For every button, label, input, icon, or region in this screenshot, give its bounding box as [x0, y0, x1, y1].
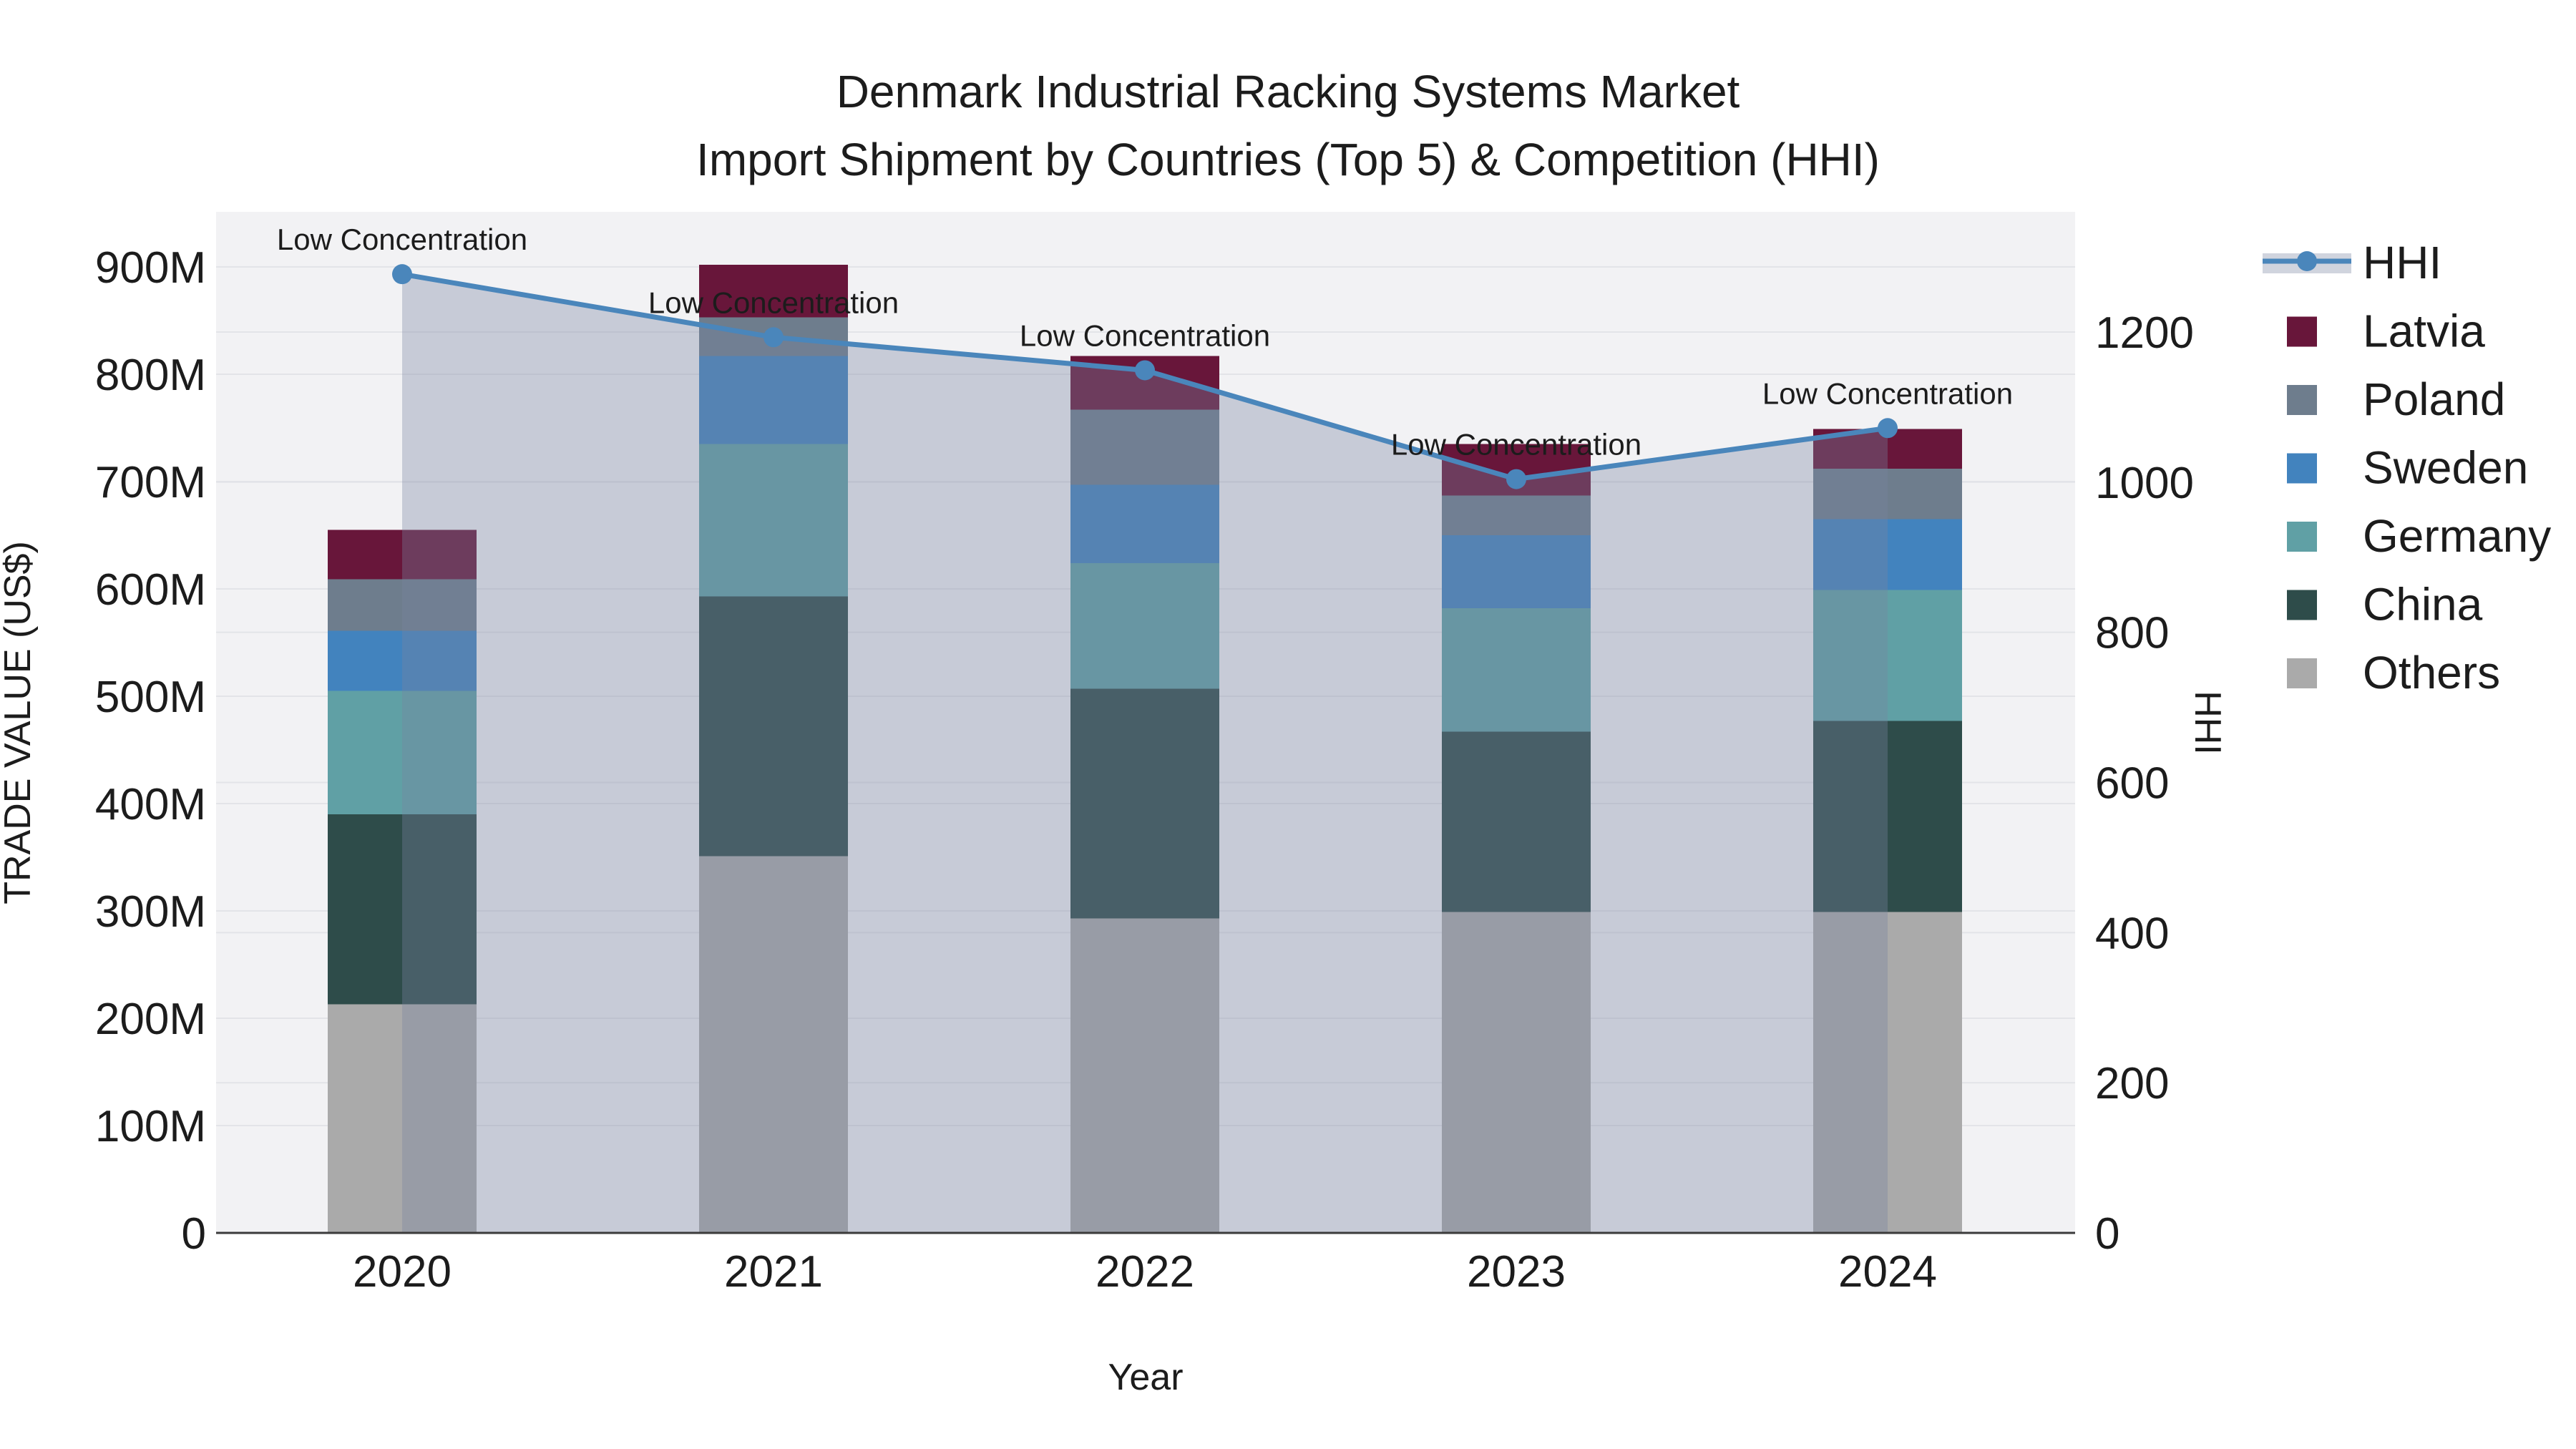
hhi-marker-2021 — [763, 327, 784, 348]
y-left-tick-100M: 100M — [95, 1102, 206, 1151]
legend-hhi-marker-swatch — [2297, 251, 2317, 271]
legend-swatch-germany — [2287, 522, 2317, 552]
y-right-tick-400: 400 — [2095, 909, 2169, 958]
legend-label-others: Others — [2363, 647, 2500, 698]
legend-swatch-china — [2287, 590, 2317, 620]
annotation-low-concentration-2022: Low Concentration — [1020, 318, 1270, 352]
hhi-marker-2024 — [1878, 418, 1898, 439]
x-tick-labels: 2020 2021 2022 2023 2024 — [353, 1247, 1937, 1297]
annotation-low-concentration-2024: Low Concentration — [1762, 376, 2013, 410]
y-left-tick-500M: 500M — [95, 673, 206, 722]
legend-item-germany[interactable]: Germany — [2287, 510, 2551, 562]
hhi-marker-2020 — [392, 264, 412, 285]
legend-item-hhi[interactable]: HHI — [2263, 237, 2441, 288]
y-right-tick-1200: 1200 — [2095, 308, 2194, 358]
y-right-tick-200: 200 — [2095, 1059, 2169, 1108]
y-left-tick-700M: 700M — [95, 458, 206, 507]
y-right-tick-1000: 1000 — [2095, 459, 2194, 508]
x-tick-2022: 2022 — [1096, 1247, 1194, 1297]
hhi-marker-2023 — [1506, 469, 1526, 489]
x-axis-title: Year — [1108, 1357, 1183, 1398]
legend-item-poland[interactable]: Poland — [2287, 374, 2505, 425]
x-tick-2023: 2023 — [1467, 1247, 1566, 1297]
legend-swatch-sweden — [2287, 453, 2317, 484]
y-right-tick-0: 0 — [2095, 1209, 2119, 1259]
legend-swatch-others — [2287, 658, 2317, 688]
chart-title-line-1: Denmark Industrial Racking Systems Marke… — [836, 66, 1740, 117]
y-left-tick-900M: 900M — [95, 243, 206, 293]
y-left-tick-labels: 0 100M 200M 300M 400M 500M 600M 700M 800M 900M — [95, 243, 206, 1259]
y-right-axis-title: HHI — [2187, 691, 2228, 755]
y-left-tick-800M: 800M — [95, 351, 206, 400]
x-tick-2020: 2020 — [353, 1247, 452, 1297]
annotation-low-concentration-2023: Low Concentration — [1391, 428, 1641, 462]
legend-swatch-poland — [2287, 385, 2317, 415]
legend-item-sweden[interactable]: Sweden — [2287, 442, 2528, 494]
y-right-tick-800: 800 — [2095, 609, 2169, 658]
x-tick-2021: 2021 — [724, 1247, 823, 1297]
y-left-axis-title: TRADE VALUE (US$) — [0, 541, 39, 904]
annotation-low-concentration-2020: Low Concentration — [277, 223, 527, 256]
stacked-bar-hhi-chart: 0 100M 200M 300M 400M 500M 600M 700M 800M 900M 0 2… — [0, 66, 2551, 1398]
y-right-tick-600: 600 — [2095, 758, 2169, 808]
legend-label-germany: Germany — [2363, 510, 2551, 562]
y-left-tick-0: 0 — [182, 1209, 206, 1259]
y-left-tick-200M: 200M — [95, 995, 206, 1044]
legend-label-hhi: HHI — [2363, 237, 2441, 288]
legend-item-others[interactable]: Others — [2287, 647, 2500, 698]
y-right-tick-labels: 0 200 400 600 800 1000 1200 — [2095, 308, 2194, 1259]
legend-item-latvia[interactable]: Latvia — [2287, 306, 2485, 357]
y-left-tick-300M: 300M — [95, 887, 206, 937]
legend-label-poland: Poland — [2363, 374, 2505, 425]
legend-label-china: China — [2363, 579, 2483, 630]
legend-swatch-latvia — [2287, 316, 2317, 347]
hhi-marker-2022 — [1135, 360, 1155, 381]
legend-label-sweden: Sweden — [2363, 442, 2528, 494]
legend: HHI Latvia Poland Sweden Germany China Others — [2263, 237, 2551, 698]
x-tick-2024: 2024 — [1838, 1247, 1937, 1297]
chart-title-line-2: Import Shipment by Countries (Top 5) & C… — [696, 134, 1880, 185]
chart-page: 0 100M 200M 300M 400M 500M 600M 700M 800M 900M 0 2… — [0, 0, 2576, 1449]
legend-item-china[interactable]: China — [2287, 579, 2483, 630]
y-left-tick-600M: 600M — [95, 565, 206, 615]
legend-label-latvia: Latvia — [2363, 306, 2485, 357]
y-left-tick-400M: 400M — [95, 780, 206, 829]
annotation-low-concentration-2021: Low Concentration — [648, 286, 899, 319]
